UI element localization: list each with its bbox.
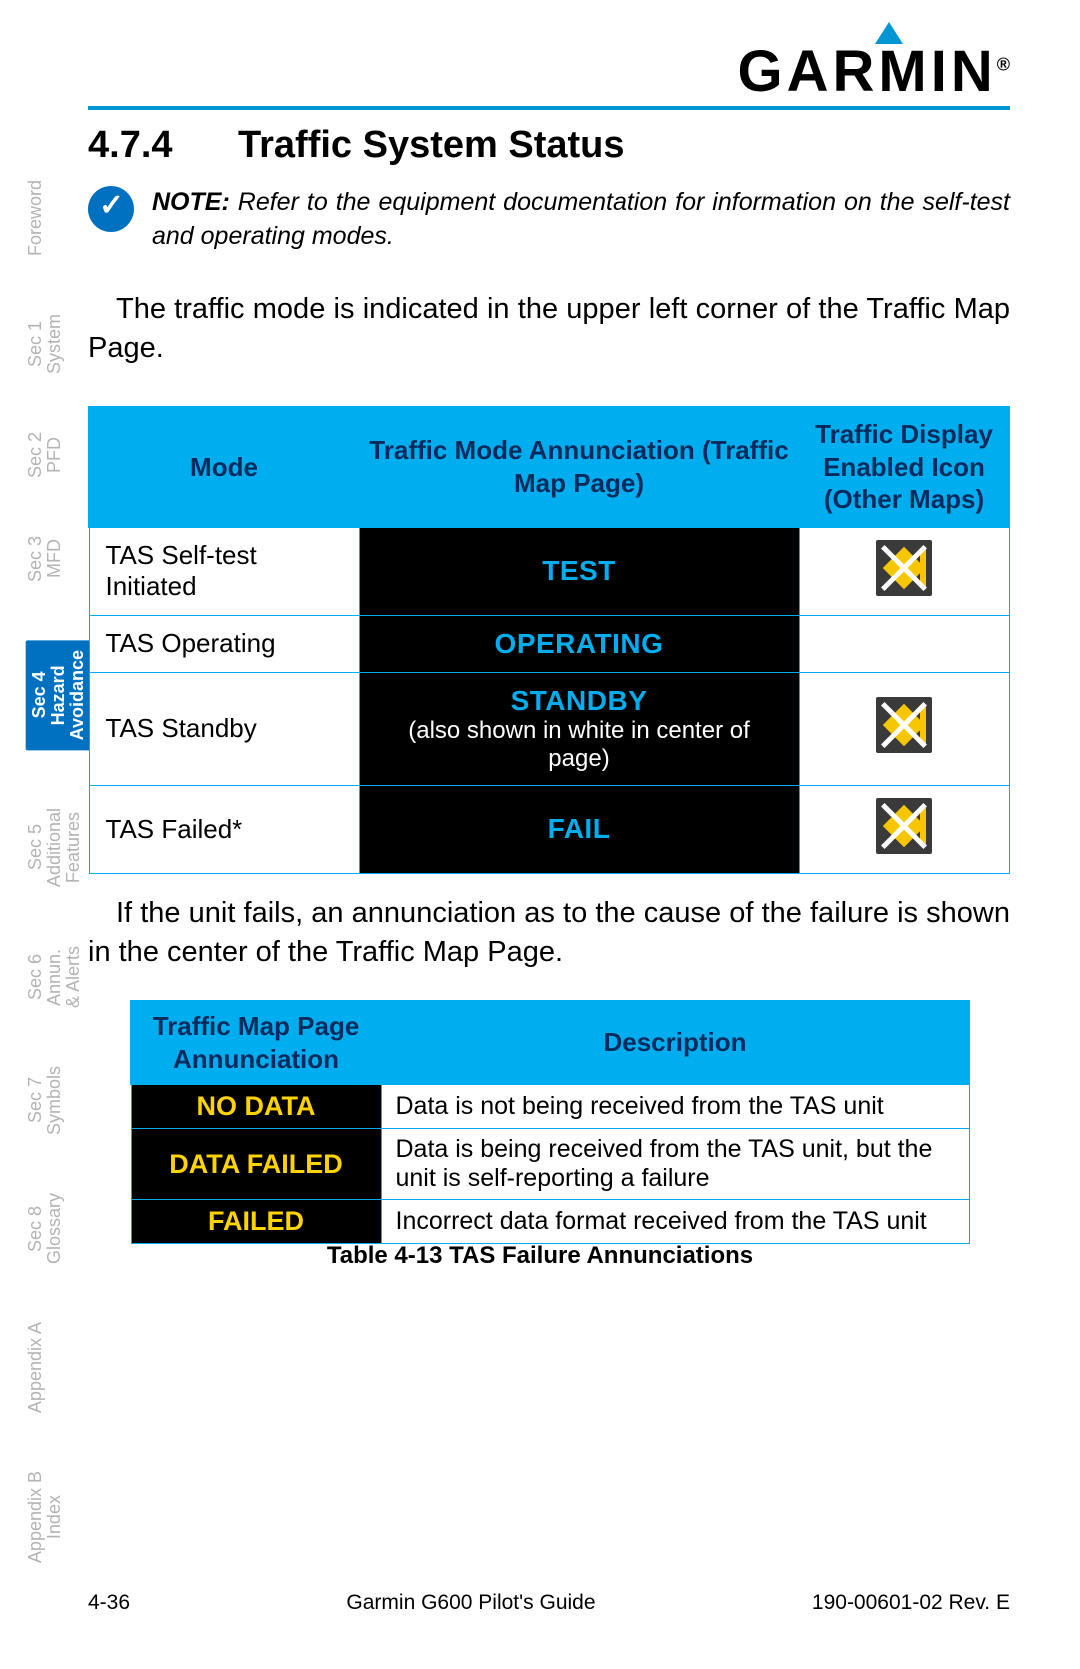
page-footer: 4-36 Garmin G600 Pilot's Guide 190-00601… [88,1591,1010,1615]
table-row: TAS Self-test Initiated TEST [89,527,1009,616]
garmin-logo: GARMIN® [738,38,1010,105]
heading-number: 4.7.4 [88,124,238,167]
annunciation-keyword: STANDBY [511,685,648,716]
mode-cell: TAS Self-test Initiated [89,527,359,616]
traffic-disabled-icon [876,798,932,854]
tab-l2: Annun. [44,948,64,1005]
tab-l1: Sec 6 [25,954,45,1000]
annunciation-cell: TEST [359,527,799,616]
tab-l1: Appendix A [25,1322,45,1413]
mode-cell: TAS Operating [89,615,359,672]
header-rule [88,106,1010,110]
annunciation-cell: OPERATING [359,615,799,672]
tas-failure-table: Traffic Map Page Annunciation Descriptio… [130,1000,970,1244]
logo-reg: ® [997,55,1010,75]
tab-l1: Sec 2 [25,432,45,478]
tab-l3: Avoidance [67,650,87,740]
table1-caption: Table 4-12 TAS Modes [0,852,1080,880]
tab-l1: Foreword [25,180,45,256]
tab-l2: Index [44,1495,64,1539]
tab-l2: Symbols [44,1066,64,1135]
tab-l1: Sec 3 [25,536,45,582]
annunciation-keyword: OPERATING [495,628,664,659]
failure-ann-cell: NO DATA [131,1084,381,1129]
mode-cell: TAS Standby [89,672,359,785]
heading-title: Traffic System Status [238,124,624,166]
t2-h1: Traffic Map Page Annunciation [131,1001,381,1084]
table-row: TAS StandbySTANDBY(also shown in white i… [89,672,1009,785]
icon-cell [799,672,1009,785]
t1-h1: Mode [89,407,359,527]
tab-l1: Sec 7 [25,1077,45,1123]
tab-l1: Sec 1 [25,321,45,367]
annunciation-keyword: FAIL [548,813,611,844]
t1-h3: Traffic Display Enabled Icon (Other Maps… [799,407,1009,527]
tab-l1: Appendix B [25,1471,45,1563]
tab-l2: MFD [44,540,64,579]
table-row: TAS Operating OPERATING [89,615,1009,672]
sidebar-tab[interactable]: Foreword [26,180,45,256]
footer-title: Garmin G600 Pilot's Guide [346,1591,595,1615]
note-block: NOTE: Refer to the equipment documentati… [88,186,1010,254]
tab-l2: Hazard [48,665,68,725]
sidebar-tab[interactable]: Sec 4HazardAvoidance [26,640,91,750]
tab-l3: & Alerts [63,946,83,1008]
sidebar-tab[interactable]: Sec 7Symbols [26,1066,64,1135]
t1-h2: Traffic Mode Annunciation (Traffic Map P… [359,407,799,527]
tab-l2: PFD [44,437,64,473]
table-row: FAILEDIncorrect data format received fro… [131,1200,969,1244]
icon-cell [799,615,1009,672]
annunciation-cell: STANDBY(also shown in white in center of… [359,672,799,785]
annunciation-sub: (also shown in white in center of page) [376,717,783,773]
body-paragraph-2: If the unit fails, an annunciation as to… [88,894,1010,972]
footer-rev: 190-00601-02 Rev. E [812,1591,1010,1615]
note-check-icon [88,186,134,232]
table-row: DATA FAILEDData is being received from t… [131,1129,969,1200]
body1-text: The traffic mode is indicated in the upp… [88,293,1010,364]
tab-l2: System [44,314,64,374]
t2-h2: Description [381,1001,969,1084]
icon-cell [799,527,1009,616]
tas-modes-table: Mode Traffic Mode Annunciation (Traffic … [88,406,1010,874]
body-paragraph-1: The traffic mode is indicated in the upp… [88,290,1010,368]
footer-page: 4-36 [88,1591,130,1615]
annunciation-keyword: TEST [542,555,616,586]
tab-l1: Sec 4 [29,672,49,719]
section-heading: 4.7.4Traffic System Status [88,124,624,167]
logo-text: GARMIN [738,39,997,104]
sidebar-tab[interactable]: Appendix BIndex [26,1471,64,1563]
sidebar-tab[interactable]: Appendix A [26,1322,45,1413]
sidebar-tab[interactable]: Sec 6Annun.& Alerts [26,946,83,1008]
traffic-disabled-icon [876,540,932,596]
failure-desc-cell: Data is being received from the TAS unit… [381,1129,969,1200]
table-row: NO DATAData is not being received from t… [131,1084,969,1129]
note-body: Refer to the equipment documentation for… [152,188,1010,250]
note-text: NOTE: Refer to the equipment documentati… [152,186,1010,254]
body2-text: If the unit fails, an annunciation as to… [88,897,1010,968]
sidebar-tab[interactable]: Sec 1System [26,314,64,374]
table2-caption: Table 4-13 TAS Failure Annunciations [0,1242,1080,1270]
failure-ann-cell: FAILED [131,1200,381,1244]
failure-desc-cell: Data is not being received from the TAS … [381,1084,969,1129]
sidebar-tabs: Foreword Sec 1System Sec 2PFD Sec 3MFD Sec 4… [26,180,78,1621]
note-label: NOTE: [152,188,230,216]
sidebar-tab[interactable]: Sec 2PFD [26,432,64,478]
sidebar-tab[interactable]: Sec 3MFD [26,536,64,582]
failure-desc-cell: Incorrect data format received from the … [381,1200,969,1244]
traffic-disabled-icon [876,697,932,753]
failure-ann-cell: DATA FAILED [131,1129,381,1200]
